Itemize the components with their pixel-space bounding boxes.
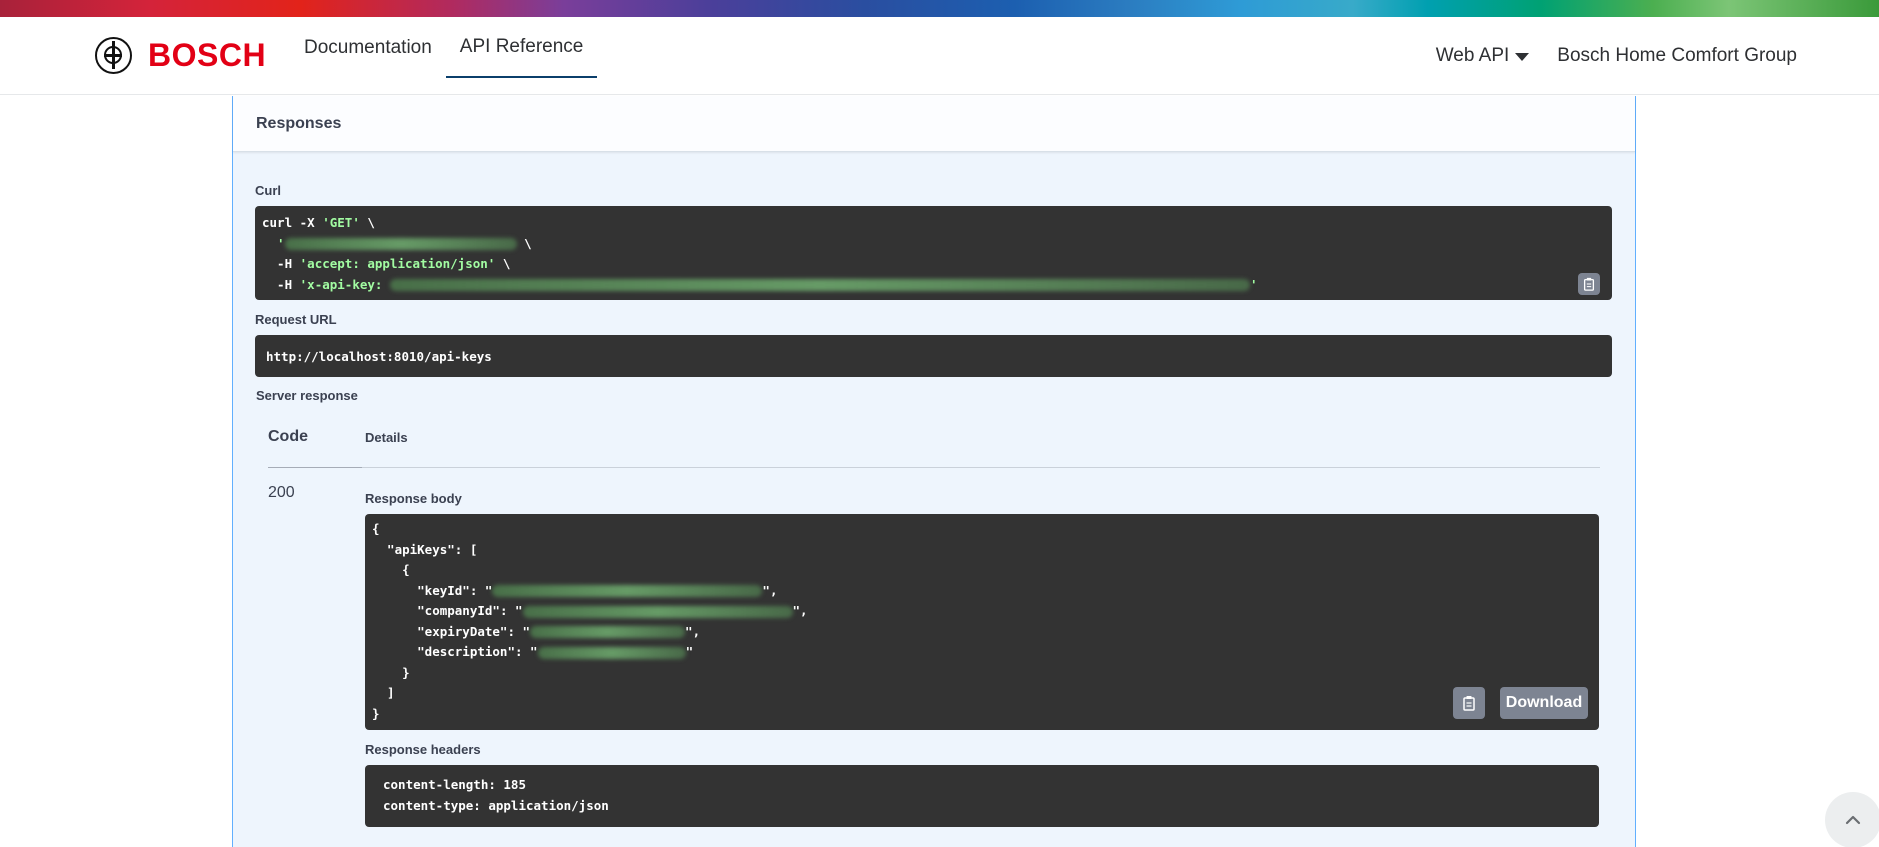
redacted-description <box>537 646 686 659</box>
redacted-company-id <box>522 605 793 618</box>
copy-response-button[interactable] <box>1453 687 1485 719</box>
web-api-label: Web API <box>1435 45 1510 66</box>
request-url-block[interactable]: http://localhost:8010/api-keys <box>255 335 1612 377</box>
curl-line-2: ' \ <box>262 235 532 251</box>
body-line-1: { <box>372 521 380 536</box>
copy-curl-button[interactable] <box>1578 273 1600 295</box>
scroll-to-top-button[interactable] <box>1825 792 1879 847</box>
nav-api-reference[interactable]: API Reference <box>445 17 598 78</box>
curl-line-3: -H 'accept: application/json' \ <box>262 256 511 271</box>
top-header: BOSCH Documentation API Reference Web AP… <box>0 17 1879 95</box>
body-line-expirydate: "expiryDate": " ", <box>372 623 701 639</box>
main-nav: Documentation API Reference <box>290 17 598 95</box>
curl-label: Curl <box>255 183 281 198</box>
bosch-armature-icon <box>95 37 132 74</box>
request-url-value: http://localhost:8010/api-keys <box>266 348 492 364</box>
code-column-header: Code <box>268 428 308 445</box>
header-line-content-type: content-type: application/json <box>383 797 609 813</box>
chevron-up-icon <box>1845 815 1861 825</box>
body-line-2: "apiKeys": [ <box>372 541 478 557</box>
nav-bosch-home-comfort[interactable]: Bosch Home Comfort Group <box>1557 45 1797 67</box>
redacted-expiry-date <box>530 626 686 638</box>
request-url-label: Request URL <box>255 312 337 327</box>
download-button[interactable]: Download <box>1500 687 1588 719</box>
body-line-8: } <box>372 664 410 680</box>
nav-right: Web API Bosch Home Comfort Group <box>1436 17 1797 95</box>
status-code-200: 200 <box>268 484 295 501</box>
curl-line-4: -H 'x-api-key: ' <box>262 276 1258 292</box>
response-headers-label: Response headers <box>365 742 481 757</box>
response-body-block[interactable]: { "apiKeys": [ { "keyId": " ", "companyId… <box>365 514 1599 730</box>
redacted-key-id <box>492 585 763 597</box>
clipboard-icon <box>1583 277 1595 291</box>
caret-down-icon <box>1515 53 1530 61</box>
brand-supergraphic <box>0 0 1879 17</box>
body-line-3: { <box>372 562 410 577</box>
curl-code-block[interactable]: curl -X 'GET' \ ' \ -H 'accept: applicat… <box>255 206 1612 300</box>
response-headers-block[interactable]: content-length: 185 content-type: applic… <box>365 765 1599 827</box>
nav-documentation[interactable]: Documentation <box>290 17 446 78</box>
bosch-logo[interactable]: BOSCH <box>95 37 266 74</box>
server-response-label: Server response <box>256 388 358 403</box>
clipboard-icon <box>1463 696 1475 711</box>
body-line-companyid: "companyId": " ", <box>372 603 808 618</box>
response-body-label: Response body <box>365 491 462 506</box>
responses-title: Responses <box>233 96 1635 152</box>
brand-name: BOSCH <box>148 37 267 73</box>
body-line-9: ] <box>372 685 395 700</box>
body-line-keyid: "keyId": " ", <box>372 582 778 598</box>
body-line-description: "description": " " <box>372 644 694 659</box>
web-api-dropdown[interactable]: Web API <box>1436 45 1530 67</box>
body-line-10: } <box>372 705 380 721</box>
header-line-content-length: content-length: 185 <box>383 777 526 792</box>
redacted-url <box>284 238 517 250</box>
details-column-header: Details <box>365 430 408 445</box>
curl-line-1: curl -X 'GET' \ <box>262 215 375 230</box>
response-table-header: Code Details <box>268 428 1600 468</box>
redacted-api-key <box>389 279 1250 291</box>
